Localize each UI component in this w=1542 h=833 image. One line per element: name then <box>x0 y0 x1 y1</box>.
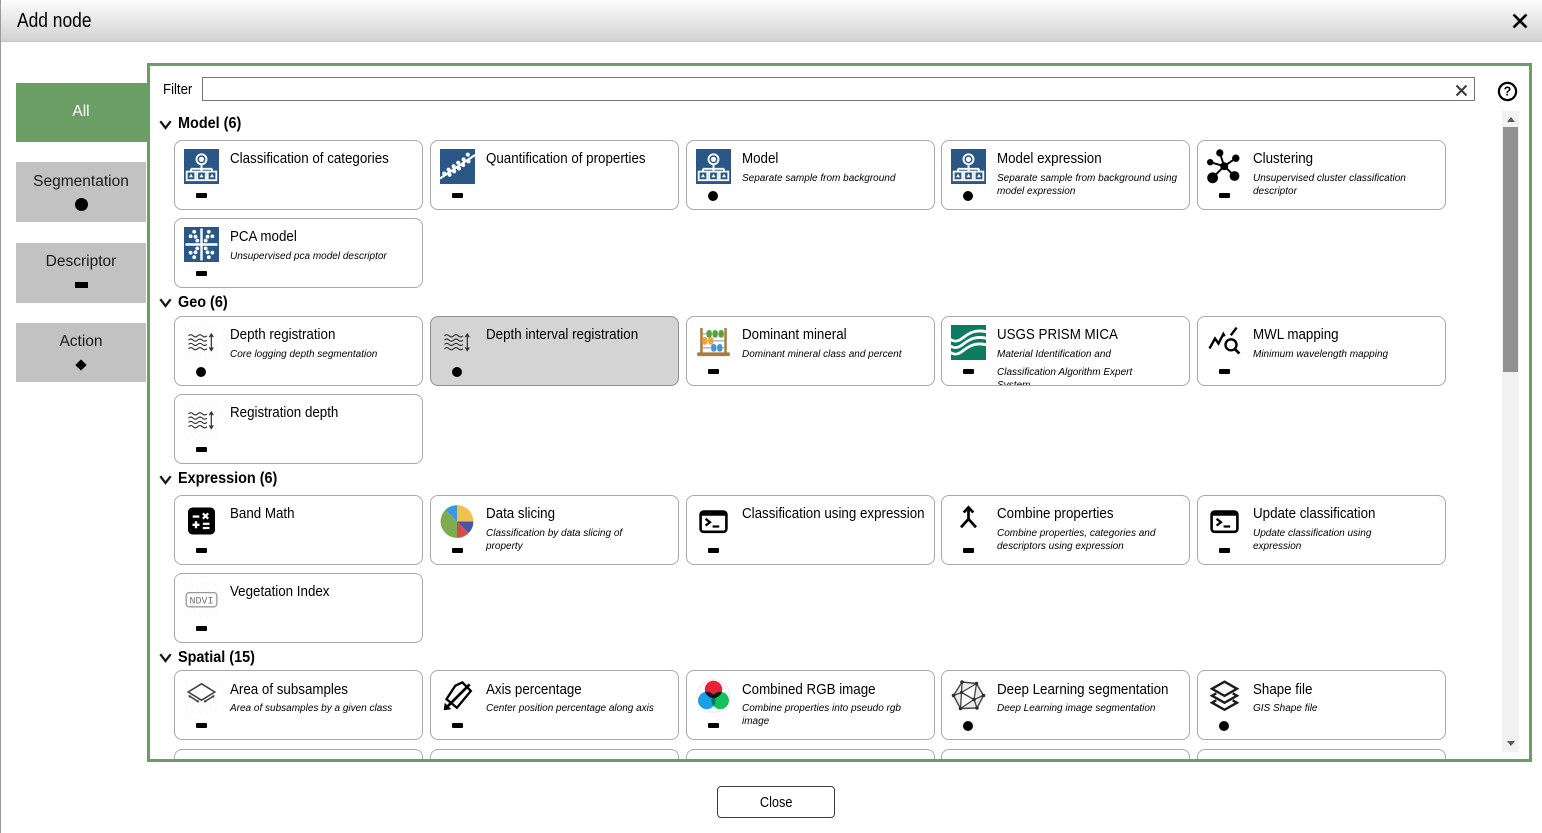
svg-text:?: ? <box>1504 85 1512 99</box>
